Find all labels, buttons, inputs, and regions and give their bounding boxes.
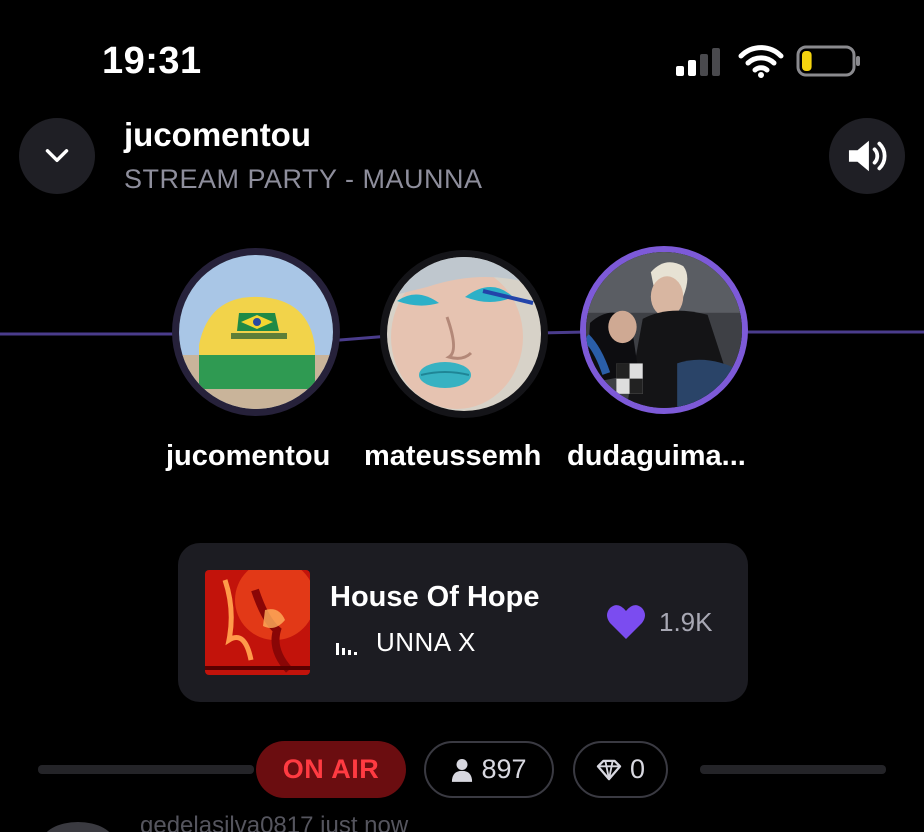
participant-name[interactable]: mateussemh bbox=[364, 440, 541, 473]
wifi-icon bbox=[738, 44, 784, 78]
participant-name[interactable]: jucomentou bbox=[166, 440, 330, 473]
viewer-count-pill[interactable]: 897 bbox=[424, 741, 554, 798]
status-time: 19:31 bbox=[102, 40, 202, 82]
track-artist: UNNA X bbox=[376, 627, 476, 657]
like-button[interactable] bbox=[606, 603, 646, 641]
gem-count-pill[interactable]: 0 bbox=[573, 741, 668, 798]
room-subtitle: STREAM PARTY - MAUNNA bbox=[124, 164, 483, 194]
viewer-count: 897 bbox=[481, 754, 527, 784]
on-air-label: ON AIR bbox=[282, 754, 380, 784]
host-name[interactable]: jucomentou bbox=[124, 116, 311, 154]
participant-name[interactable]: dudaguima... bbox=[567, 440, 746, 473]
sound-toggle-button[interactable] bbox=[829, 118, 905, 194]
comment-avatar bbox=[42, 822, 114, 832]
divider bbox=[700, 765, 886, 774]
gem-count: 0 bbox=[629, 754, 646, 784]
collapse-button[interactable] bbox=[19, 118, 95, 194]
heart-icon bbox=[607, 605, 645, 639]
diamond-icon bbox=[596, 759, 622, 780]
now-playing-card[interactable]: House Of Hope UNNA X 1.9K bbox=[178, 543, 748, 702]
comment-text: gedelasilva0817 just now bbox=[140, 812, 409, 832]
battery-icon bbox=[796, 44, 862, 78]
person-icon bbox=[452, 758, 473, 782]
track-title: House Of Hope bbox=[330, 581, 540, 613]
divider bbox=[38, 765, 254, 774]
participant-avatar[interactable] bbox=[580, 246, 748, 414]
on-air-badge: ON AIR bbox=[256, 741, 406, 798]
participant-avatar[interactable] bbox=[172, 248, 340, 416]
album-cover bbox=[205, 570, 310, 675]
like-count: 1.9K bbox=[659, 607, 713, 637]
speaker-volume-icon bbox=[848, 140, 887, 172]
cellular-signal-icon bbox=[676, 48, 722, 76]
equalizer-bars-icon bbox=[336, 639, 362, 655]
chevron-down-icon bbox=[45, 149, 69, 163]
participant-avatar[interactable] bbox=[380, 250, 548, 418]
